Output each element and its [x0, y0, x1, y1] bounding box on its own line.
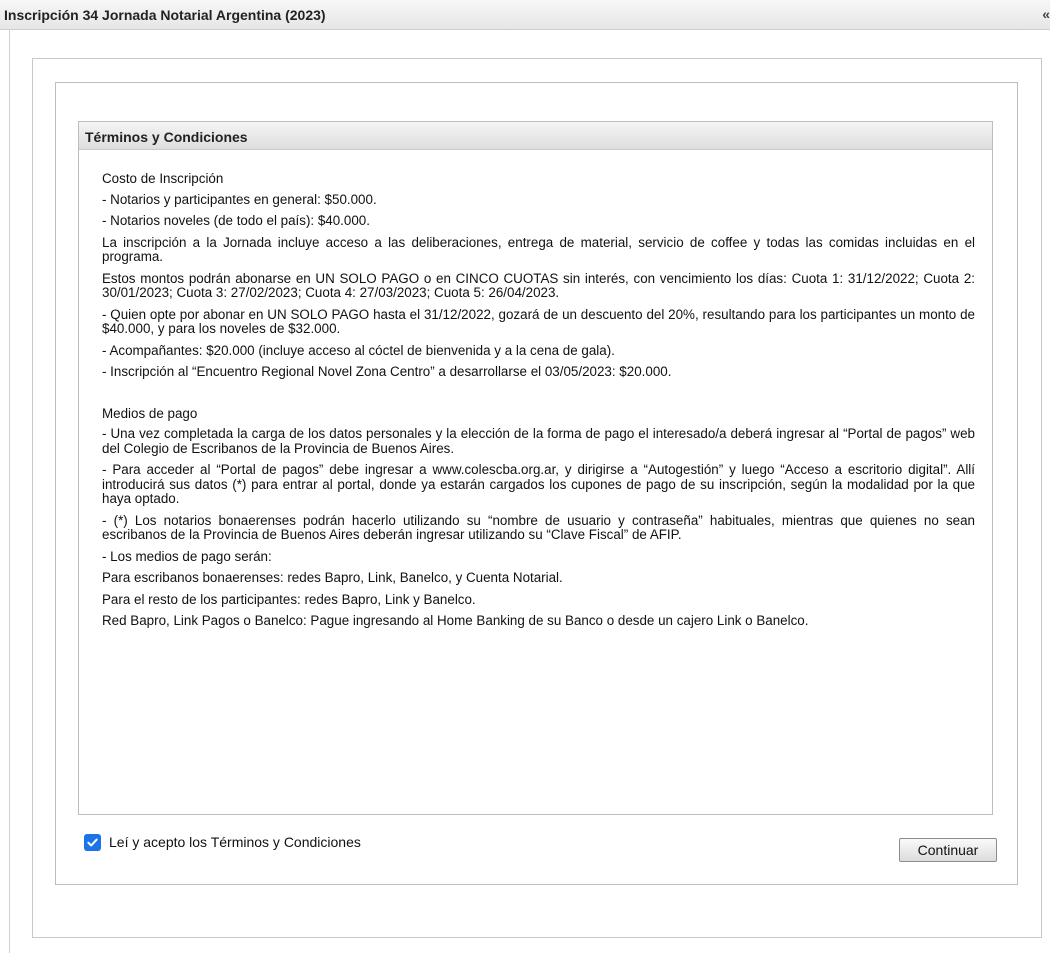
terms-paragraph: Para el resto de los participantes: rede… — [102, 591, 476, 607]
terms-paragraph: - Inscripción al “Encuentro Regional Nov… — [102, 364, 672, 379]
accept-terms-label: Leí y acepto los Términos y Condiciones — [109, 834, 361, 850]
checkmark-icon — [87, 838, 98, 846]
terms-panel: Términos y Condiciones Costo de Inscripc… — [78, 121, 993, 815]
terms-body: Costo de Inscripción - Notarios y partic… — [102, 171, 975, 636]
accept-terms-row[interactable]: Leí y acepto los Términos y Condiciones — [84, 832, 361, 852]
accept-terms-checkbox[interactable] — [84, 833, 101, 851]
terms-paragraph: - Los medios de pago serán: — [102, 548, 272, 564]
terms-paragraph: Para escribanos bonaerenses: redes Bapro… — [102, 570, 563, 585]
terms-heading: Términos y Condiciones — [79, 122, 992, 150]
page-title: Inscripción 34 Jornada Notarial Argentin… — [4, 7, 326, 23]
collapse-icon[interactable]: « — [1042, 6, 1050, 22]
left-divider — [9, 30, 10, 953]
terms-paragraph: Costo de Inscripción — [102, 171, 224, 186]
title-bar: Inscripción 34 Jornada Notarial Argentin… — [0, 0, 1050, 30]
terms-paragraph: - Una vez completada la carga de los dat… — [102, 426, 975, 456]
terms-paragraph: Red Bapro, Link Pagos o Banelco: Pague i… — [102, 613, 809, 628]
terms-paragraph: - Notarios noveles (de todo el país): $4… — [102, 213, 370, 228]
terms-paragraph: - Para acceder al “Portal de pagos” debe… — [102, 462, 975, 506]
continue-button[interactable]: Continuar — [899, 838, 997, 862]
terms-paragraph: Estos montos podrán abonarse en UN SOLO … — [102, 270, 975, 300]
terms-paragraph: - (*) Los notarios bonaerenses podrán ha… — [102, 512, 975, 542]
terms-paragraph: Medios de pago — [102, 405, 198, 421]
terms-paragraph: - Quien opte por abonar en UN SOLO PAGO … — [102, 306, 975, 336]
terms-paragraph: - Notarios y participantes en general: $… — [102, 191, 377, 207]
terms-paragraph: - Acompañantes: $20.000 (incluye acceso … — [102, 342, 615, 358]
terms-paragraph: La inscripción a la Jornada incluye acce… — [102, 234, 975, 264]
